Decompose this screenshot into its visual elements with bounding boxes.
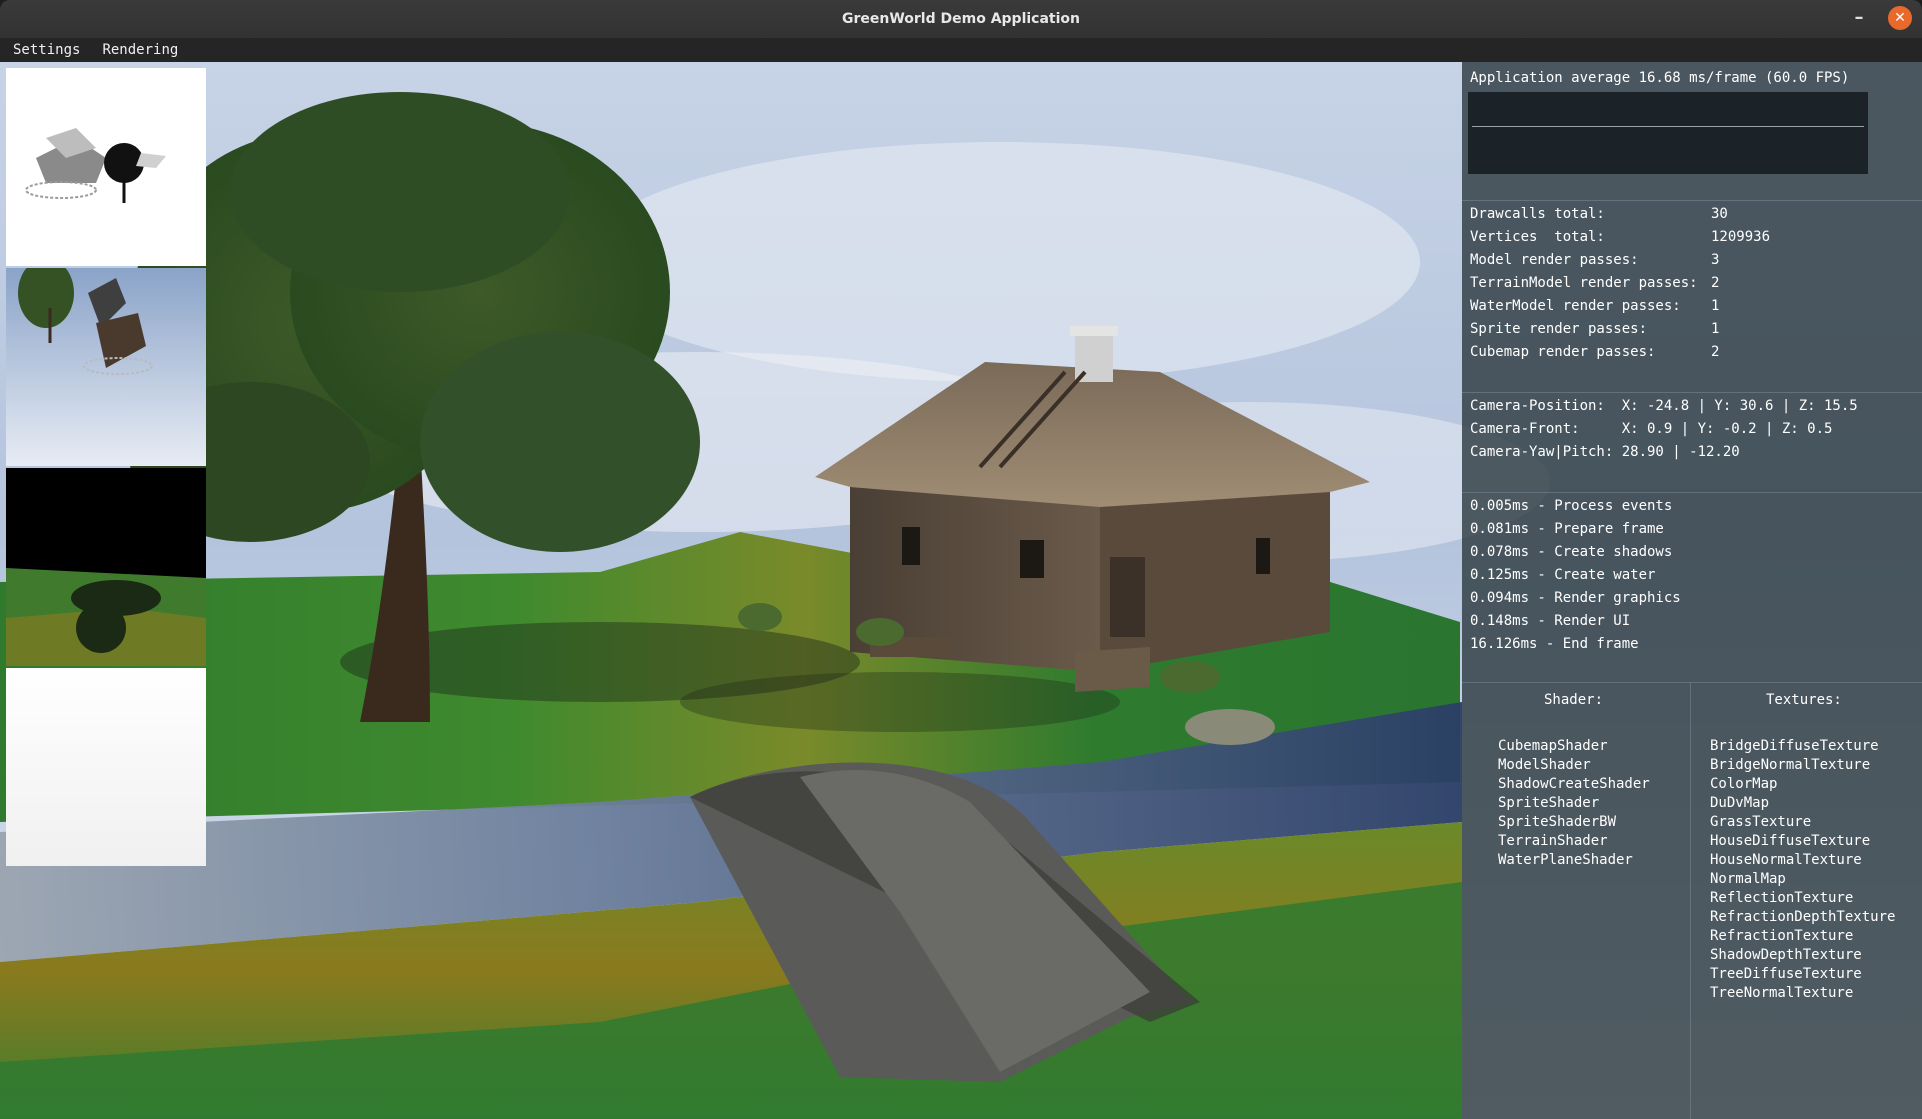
texture-item[interactable]: ReflectionTexture	[1710, 890, 1853, 906]
shader-item[interactable]: SpriteShaderBW	[1498, 814, 1616, 830]
close-button[interactable]: ✕	[1888, 6, 1912, 30]
menu-bar: Settings Rendering	[0, 38, 1922, 62]
camera-position-text: Camera-Position: X: -24.8 | Y: 30.6 | Z:…	[1470, 398, 1858, 414]
texture-item[interactable]: TreeNormalTexture	[1710, 985, 1853, 1001]
timing-line: 16.126ms - End frame	[1470, 636, 1639, 652]
texture-item[interactable]: BridgeNormalTexture	[1710, 757, 1870, 773]
counter-value: 2	[1711, 275, 1720, 291]
reflection-thumbnail	[6, 268, 206, 466]
texture-item[interactable]: HouseNormalTexture	[1710, 852, 1862, 868]
texture-item[interactable]: RefractionTexture	[1710, 928, 1853, 944]
timing-line: 0.125ms - Create water	[1470, 567, 1656, 583]
counter-value: 1	[1711, 298, 1720, 314]
camera-yaw-pitch-text: Camera-Yaw|Pitch: 28.90 | -12.20	[1470, 444, 1740, 460]
counter-label: TerrainModel render passes:	[1470, 275, 1698, 291]
separator	[1462, 682, 1922, 683]
timing-line: 0.081ms - Prepare frame	[1470, 521, 1664, 537]
separator	[1462, 200, 1922, 201]
shader-item[interactable]: SpriteShader	[1498, 795, 1599, 811]
separator	[1462, 392, 1922, 393]
texture-item[interactable]: ShadowDepthTexture	[1710, 947, 1862, 963]
texture-column-header: Textures:	[1766, 692, 1842, 708]
shadow-map-image	[25, 128, 166, 203]
minimize-button[interactable]: –	[1848, 7, 1870, 29]
counter-label: WaterModel render passes:	[1470, 298, 1681, 314]
frame-time-plot-line	[1472, 126, 1864, 127]
shader-item[interactable]: CubemapShader	[1498, 738, 1608, 754]
counter-value: 1	[1711, 321, 1720, 337]
texture-item[interactable]: GrassTexture	[1710, 814, 1811, 830]
texture-item[interactable]: TreeDiffuseTexture	[1710, 966, 1862, 982]
texture-item[interactable]: DuDvMap	[1710, 795, 1769, 811]
counter-label: Drawcalls total:	[1470, 206, 1605, 222]
texture-item[interactable]: HouseDiffuseTexture	[1710, 833, 1870, 849]
frame-time-plot	[1468, 92, 1868, 174]
texture-item[interactable]: ColorMap	[1710, 776, 1777, 792]
menu-settings[interactable]: Settings	[0, 42, 89, 58]
texture-item[interactable]: NormalMap	[1710, 871, 1786, 887]
texture-item[interactable]: RefractionDepthTexture	[1710, 909, 1895, 925]
app-window: GreenWorld Demo Application – ✕ Settings…	[0, 0, 1922, 1119]
shader-item[interactable]: ShadowCreateShader	[1498, 776, 1650, 792]
counter-value: 3	[1711, 252, 1720, 268]
reflection-image	[18, 268, 153, 375]
shadow-map-thumbnail	[6, 68, 206, 266]
window-title: GreenWorld Demo Application	[841, 11, 1080, 27]
counter-value: 1209936	[1711, 229, 1771, 245]
column-divider	[1690, 682, 1691, 1119]
counter-label: Cubemap render passes:	[1470, 344, 1656, 360]
refraction-image	[6, 568, 206, 666]
timing-line: 0.078ms - Create shadows	[1470, 544, 1673, 560]
counter-label: Sprite render passes:	[1470, 321, 1648, 337]
debug-overlay-panel: Application average 16.68 ms/frame (60.0…	[1462, 62, 1922, 1119]
timing-line: 0.005ms - Process events	[1470, 498, 1673, 514]
shader-item[interactable]: ModelShader	[1498, 757, 1591, 773]
3d-viewport[interactable]: Application average 16.68 ms/frame (60.0…	[0, 62, 1922, 1119]
menu-rendering[interactable]: Rendering	[89, 42, 187, 58]
counter-value: 2	[1711, 344, 1720, 360]
fps-text: Application average 16.68 ms/frame (60.0…	[1470, 70, 1850, 86]
refraction-thumbnail	[6, 468, 206, 666]
shader-item[interactable]: TerrainShader	[1498, 833, 1608, 849]
texture-item[interactable]: BridgeDiffuseTexture	[1710, 738, 1879, 754]
camera-front-text: Camera-Front: X: 0.9 | Y: -0.2 | Z: 0.5	[1470, 421, 1833, 437]
timing-line: 0.094ms - Render graphics	[1470, 590, 1681, 606]
counter-label: Model render passes:	[1470, 252, 1639, 268]
depth-thumbnail	[6, 668, 206, 866]
shader-column-header: Shader:	[1544, 692, 1604, 708]
counter-label: Vertices total:	[1470, 229, 1605, 245]
timing-line: 0.148ms - Render UI	[1470, 613, 1631, 629]
shader-item[interactable]: WaterPlaneShader	[1498, 852, 1633, 868]
separator	[1462, 492, 1922, 493]
counter-value: 30	[1711, 206, 1728, 222]
title-bar[interactable]: GreenWorld Demo Application – ✕	[0, 0, 1922, 38]
